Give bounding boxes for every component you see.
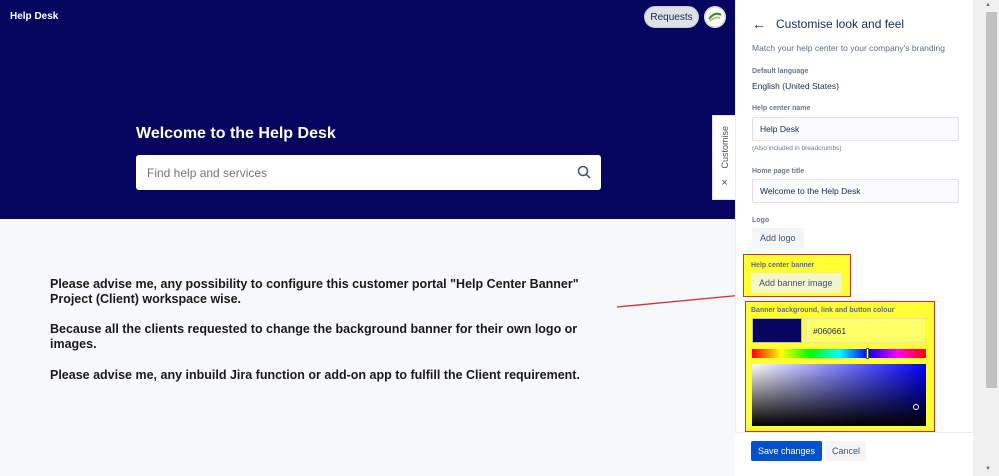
saturation-picker[interactable] xyxy=(752,364,926,426)
question-text: Please advise me, any possibility to con… xyxy=(50,277,579,306)
search-input[interactable] xyxy=(147,165,567,180)
help-center-name-label: Help center name xyxy=(752,105,811,112)
annotation-arrow-icon xyxy=(616,291,748,308)
panel-title: Customise look and feel xyxy=(776,17,905,31)
scrollbar-thumb[interactable] xyxy=(986,12,997,388)
page-title: Welcome to the Help Desk xyxy=(136,125,336,142)
back-arrow-icon[interactable]: ← xyxy=(752,16,766,32)
scroll-up-icon[interactable]: ▲ xyxy=(985,2,991,8)
home-page-title-label: Home page title xyxy=(752,168,805,175)
hue-slider-handle[interactable] xyxy=(866,348,869,359)
close-icon[interactable]: × xyxy=(721,177,727,189)
question-text: Because all the clients requested to cha… xyxy=(50,322,578,351)
help-center-brand[interactable]: Help Desk xyxy=(10,11,58,22)
help-center-banner-label: Help center banner xyxy=(751,262,815,269)
hex-colour-input[interactable]: #060661 xyxy=(806,318,926,343)
requests-button[interactable]: Requests xyxy=(644,6,699,28)
help-center-name-hint: (Also included in breadcrumbs) xyxy=(752,145,842,152)
banner-colour-label: Banner background, link and button colou… xyxy=(751,307,895,314)
search-box[interactable] xyxy=(136,155,601,190)
customise-tab[interactable]: Customise × xyxy=(712,115,736,200)
default-language-value: English (United States) xyxy=(752,81,839,91)
avatar[interactable] xyxy=(704,6,726,28)
customise-tab-label: Customise xyxy=(719,126,730,169)
save-changes-button[interactable]: Save changes xyxy=(751,441,822,461)
cancel-button[interactable]: Cancel xyxy=(826,441,866,461)
question-text: Please advise me, any inbuild Jira funct… xyxy=(50,368,580,382)
logo-label: Logo xyxy=(752,217,770,224)
search-icon[interactable] xyxy=(577,165,591,179)
saturation-picker-handle[interactable] xyxy=(913,404,919,410)
help-center-name-field[interactable]: Help Desk xyxy=(752,117,959,141)
panel-subtitle: Match your help center to your company's… xyxy=(752,43,945,53)
default-language-label: Default language xyxy=(752,68,809,75)
avatar-logo-icon xyxy=(704,6,726,28)
home-page-title-field[interactable]: Welcome to the Help Desk xyxy=(752,179,959,203)
add-logo-button[interactable]: Add logo xyxy=(752,228,804,248)
colour-swatch[interactable] xyxy=(752,318,802,343)
hue-slider[interactable] xyxy=(752,349,926,358)
panel-header: ← Customise look and feel xyxy=(752,16,904,32)
scroll-down-icon[interactable]: ▼ xyxy=(985,466,991,472)
add-banner-image-button[interactable]: Add banner image xyxy=(751,273,841,293)
